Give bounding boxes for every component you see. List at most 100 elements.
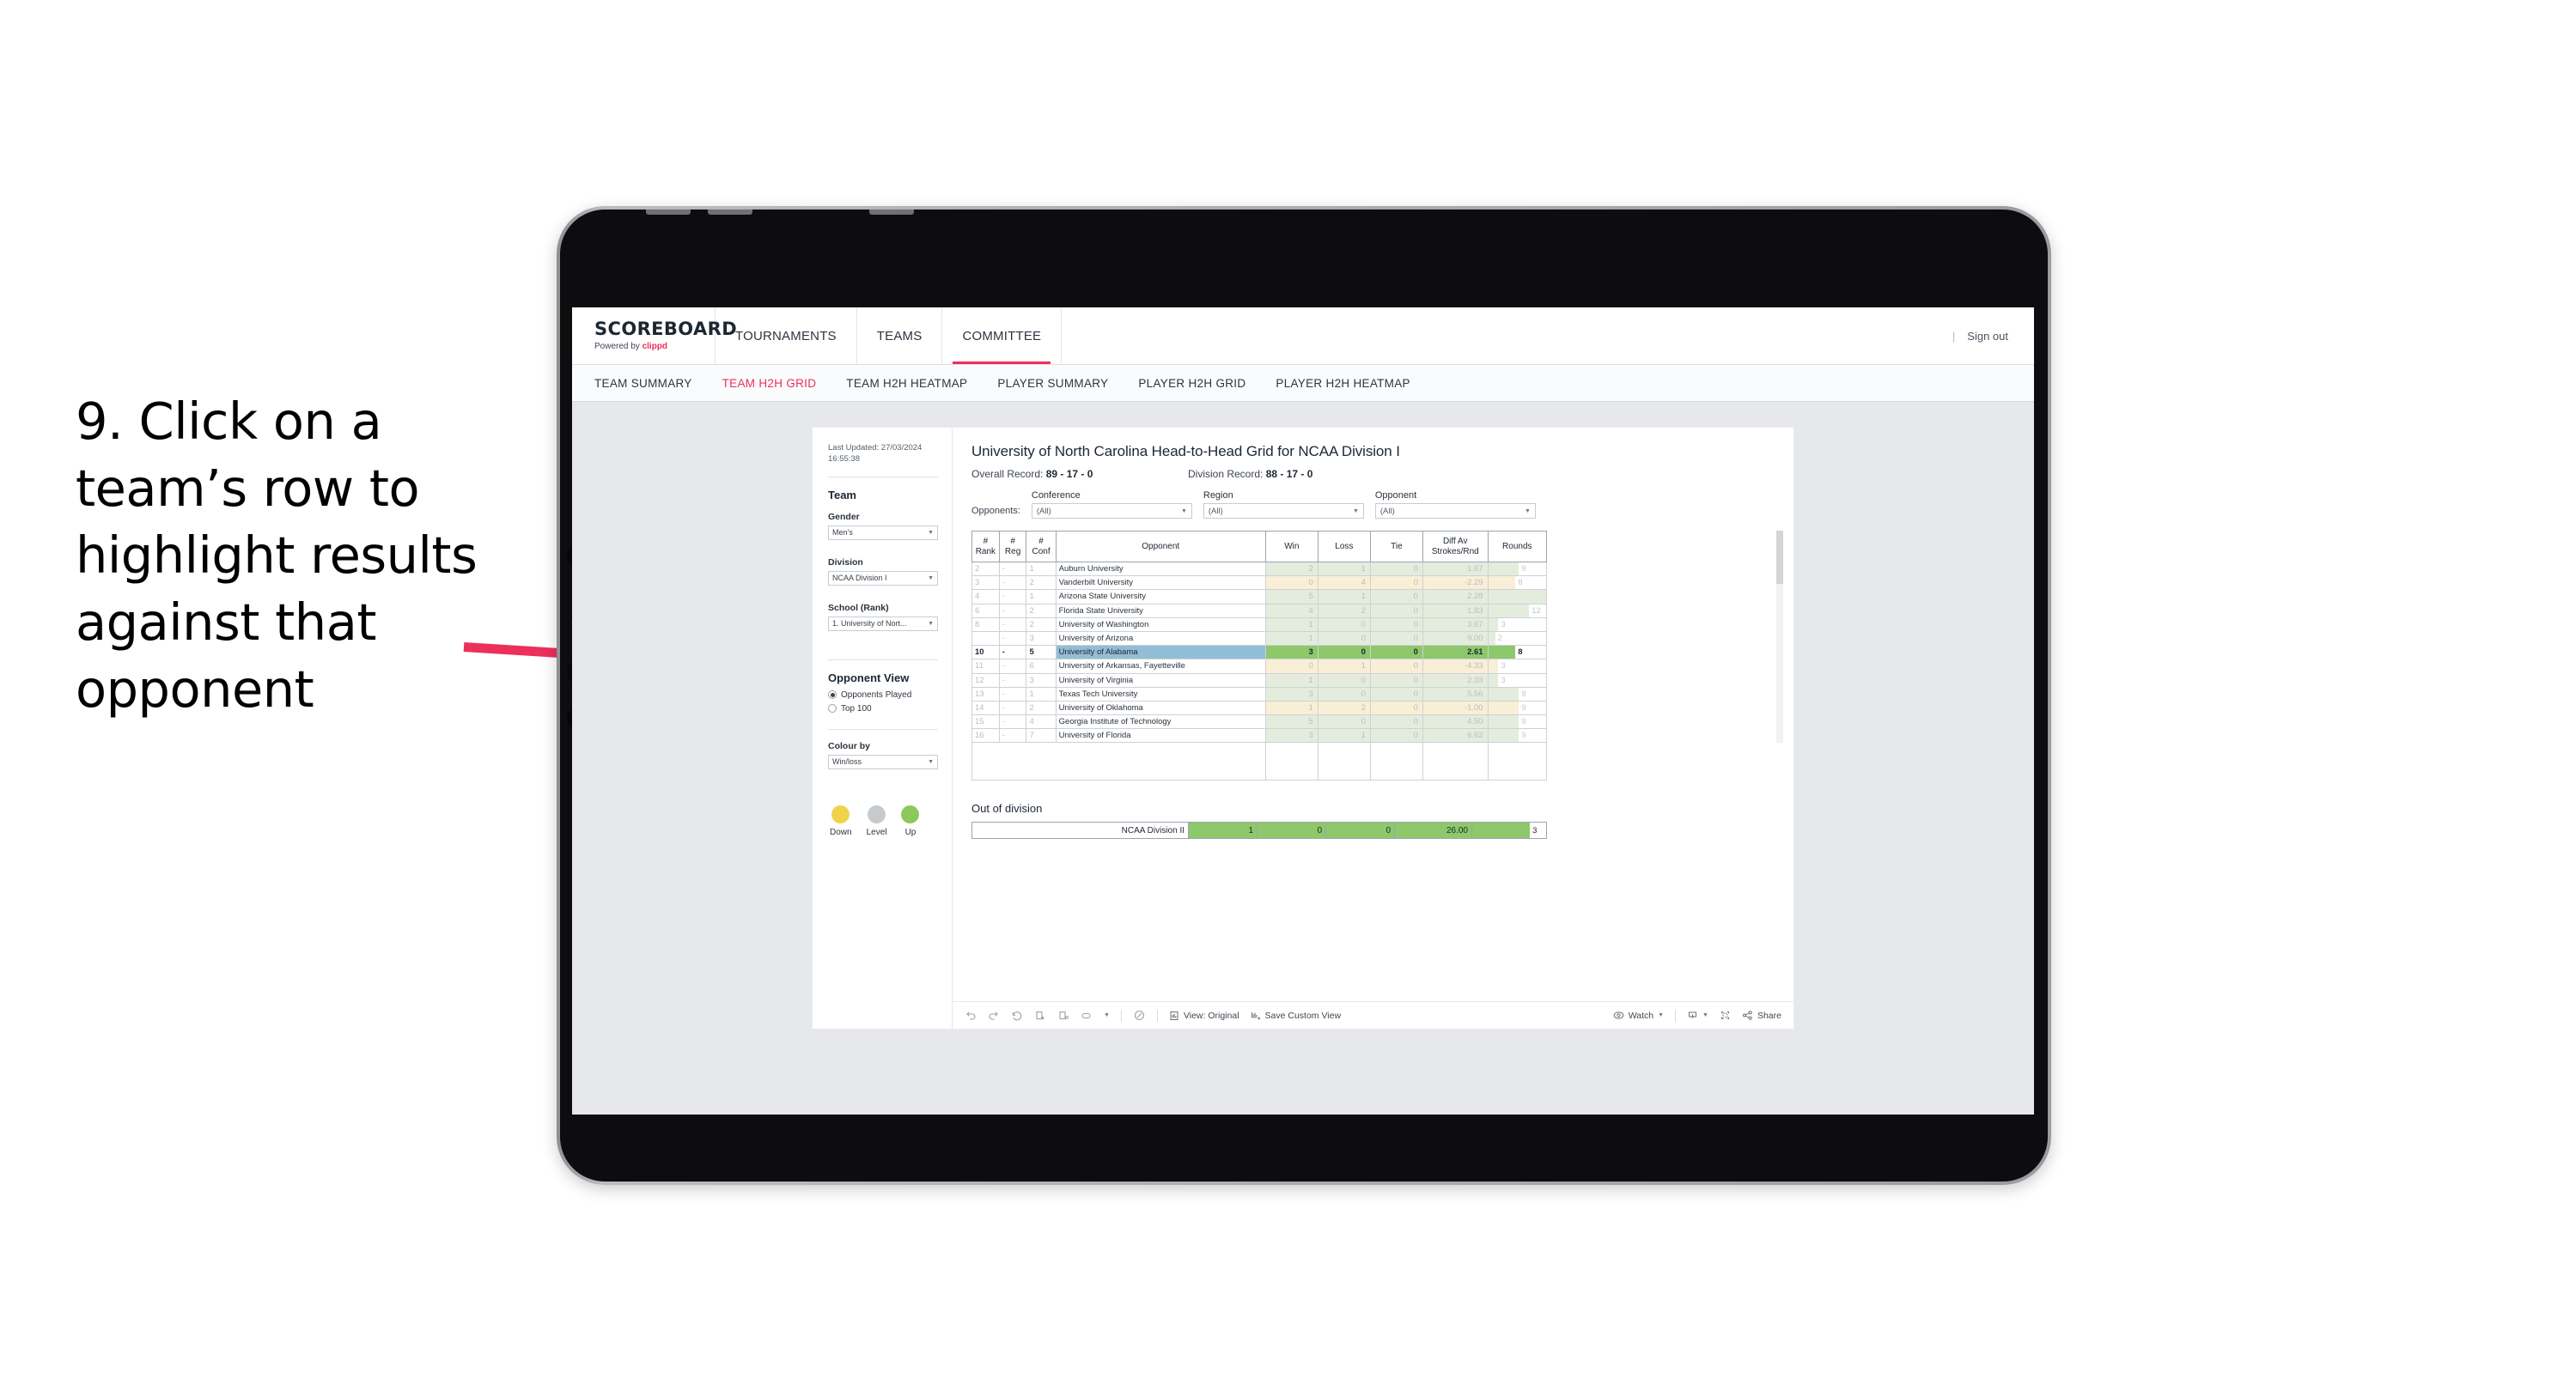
undo-icon[interactable]	[965, 1010, 977, 1022]
edit-icon[interactable]	[1133, 1009, 1146, 1022]
table-cell: 2.33	[1422, 672, 1489, 688]
table-cell: 11	[971, 659, 1000, 674]
divider	[1675, 1009, 1677, 1022]
table-cell: 2.61	[1422, 645, 1489, 660]
filter-sidebar: Last Updated: 27/03/2024 16:55:38 Team G…	[813, 428, 953, 1029]
radio-opponents-played[interactable]: Opponents Played	[828, 690, 952, 700]
table-cell: 0	[1369, 603, 1423, 618]
nav-item-teams[interactable]: TEAMS	[857, 307, 943, 364]
school-select[interactable]: 1. University of Nort... ▼	[828, 616, 938, 631]
brand-logo[interactable]: SCOREBOARD Powered by clippd	[572, 307, 737, 364]
signout-link[interactable]: Sign out	[1967, 330, 2008, 343]
table-cell: 0	[1369, 575, 1423, 591]
nav-separator: |	[1952, 329, 1956, 343]
table-cell: 26.00	[1394, 822, 1472, 840]
col-rounds[interactable]: Rounds	[1487, 531, 1548, 562]
tablet-device-frame: SCOREBOARD Powered by clippd TOURNAMENTS…	[557, 206, 2051, 1185]
table-cell: 0	[1369, 630, 1423, 647]
table-cell: 1	[1317, 561, 1371, 577]
col-conf[interactable]: # Conf	[1026, 531, 1057, 562]
colour-by-select[interactable]: Win/loss ▼	[828, 754, 938, 769]
save-custom-view-button[interactable]: Save Custom View	[1251, 1011, 1341, 1021]
tab-team-h2h-heatmap[interactable]: TEAM H2H HEATMAP	[846, 377, 967, 390]
download-button[interactable]: ▼	[1687, 1010, 1708, 1021]
out-of-division-body: NCAA Division II 1 0 0 26.00 3	[971, 822, 1547, 840]
col-diff[interactable]: Diff Av Strokes/Rnd	[1422, 531, 1489, 562]
pause-icon[interactable]	[1057, 1010, 1069, 1022]
table-row[interactable]: 8-2 University of Washington 1 0 0 3.67 3	[971, 617, 1548, 632]
table-row[interactable]: 6-2 Florida State University 4 2 0 1.83 12	[971, 603, 1548, 618]
table-cell: 0	[1317, 645, 1371, 660]
redo-icon[interactable]	[988, 1010, 1000, 1022]
rounds-bar-cell: 9	[1487, 714, 1548, 730]
table-row[interactable]: 15-4 Georgia Institute of Technology 5 0 0 4.…	[971, 714, 1548, 730]
opponent-name-cell: Arizona State University	[1055, 589, 1266, 604]
col-reg-l2: Reg	[1004, 546, 1021, 556]
col-win[interactable]: Win	[1264, 531, 1318, 562]
table-row[interactable]: 14-2 University of Oklahoma 1 2 0 -1.00 9	[971, 700, 1548, 716]
refresh-icon[interactable]	[1034, 1010, 1046, 1022]
filter-conference-select[interactable]: (All) ▼	[1031, 503, 1192, 519]
revert-icon[interactable]	[1011, 1010, 1023, 1022]
watch-button[interactable]: Watch ▼	[1613, 1010, 1664, 1021]
table-cell: 1	[1317, 589, 1371, 604]
speaker-slit-icon	[646, 210, 691, 215]
opponent-name-cell: Auburn University	[1055, 561, 1266, 577]
table-row[interactable]: 16-7 University of Florida 3 1 0 6.62 9	[971, 728, 1548, 744]
table-cell: 1	[1264, 672, 1318, 688]
nav-item-tournaments[interactable]: TOURNAMENTS	[716, 307, 857, 364]
share-button[interactable]: Share	[1742, 1010, 1793, 1021]
table-cell: 1	[1264, 617, 1318, 632]
table-row[interactable]: 3-2 Vanderbilt University 0 4 0 -2.29 8	[971, 575, 1548, 591]
table-cell: 2	[971, 561, 1000, 577]
gender-select[interactable]: Men’s ▼	[828, 525, 938, 540]
table-cell: -	[998, 603, 1027, 618]
rounds-bar-cell: 3	[1487, 617, 1548, 632]
table-row[interactable]: 12-3 University of Virginia 1 0 0 2.33 3	[971, 672, 1548, 688]
tab-player-h2h-grid[interactable]: PLAYER H2H GRID	[1138, 377, 1245, 390]
table-row[interactable]: 2-1 Auburn University 2 1 0 1.67 9	[971, 561, 1548, 577]
rounds-bar-cell: 9	[1487, 561, 1548, 577]
opponent-name-cell: University of Oklahoma	[1055, 700, 1266, 716]
fullscreen-icon[interactable]	[1720, 1010, 1731, 1021]
col-rank[interactable]: # Rank	[971, 531, 1000, 562]
table-row[interactable]: 13-1 Texas Tech University 3 0 0 5.56 9	[971, 686, 1548, 702]
table-cell: 13	[971, 686, 1000, 702]
table-cell: 0	[1317, 714, 1371, 730]
chevron-down-icon[interactable]: ▼	[1104, 1012, 1110, 1018]
table-cell: -4.33	[1422, 659, 1489, 674]
out-of-division-row[interactable]: NCAA Division II 1 0 0 26.00 3	[971, 822, 1547, 840]
filler-cell	[971, 742, 1266, 781]
nav-item-committee[interactable]: COMMITTEE	[942, 307, 1063, 364]
tab-team-summary[interactable]: TEAM SUMMARY	[594, 377, 692, 390]
opponent-name-cell: Georgia Institute of Technology	[1055, 714, 1266, 730]
divider	[1156, 1009, 1158, 1022]
sub-navigation-bar: TEAM SUMMARY TEAM H2H GRID TEAM H2H HEAT…	[572, 365, 2034, 402]
table-row[interactable]: -3 University of Arizona 1 0 0 9.00 2	[971, 630, 1548, 647]
table-row[interactable]: 4-1Arizona State University5102.2817	[971, 589, 1548, 604]
col-loss[interactable]: Loss	[1317, 531, 1371, 562]
tab-player-h2h-heatmap[interactable]: PLAYER H2H HEATMAP	[1276, 377, 1410, 390]
division-select[interactable]: NCAA Division I ▼	[828, 570, 938, 586]
device-layout-icon[interactable]	[1081, 1010, 1093, 1022]
col-tie[interactable]: Tie	[1369, 531, 1423, 562]
tab-team-h2h-grid[interactable]: TEAM H2H GRID	[722, 377, 817, 390]
tab-player-summary[interactable]: PLAYER SUMMARY	[997, 377, 1108, 390]
table-vertical-scrollbar[interactable]	[1776, 531, 1783, 743]
scrollbar-thumb[interactable]	[1776, 531, 1783, 584]
filter-region-select[interactable]: (All) ▼	[1203, 503, 1364, 519]
view-original-button[interactable]: View: Original	[1169, 1011, 1239, 1021]
rounds-bar-cell: 8	[1487, 645, 1548, 660]
chevron-down-icon: ▼	[928, 620, 934, 627]
radio-top-100[interactable]: Top 100	[828, 704, 952, 714]
col-opponent[interactable]: Opponent	[1055, 531, 1266, 562]
table-cell: 1	[1264, 630, 1318, 647]
division-label: Division	[828, 556, 863, 568]
filter-opponent-select[interactable]: (All) ▼	[1374, 503, 1536, 519]
table-row[interactable]: 11-6 University of Arkansas, Fayetteville…	[971, 659, 1548, 674]
table-cell: 2	[1317, 700, 1371, 716]
col-reg[interactable]: # Reg	[998, 531, 1027, 562]
table-row[interactable]: 10-5 University of Alabama 3 0 0 2.61 8	[971, 645, 1548, 660]
grid-main-panel: University of North Carolina Head-to-Hea…	[953, 428, 1793, 1029]
table-cell: 3	[971, 575, 1000, 591]
